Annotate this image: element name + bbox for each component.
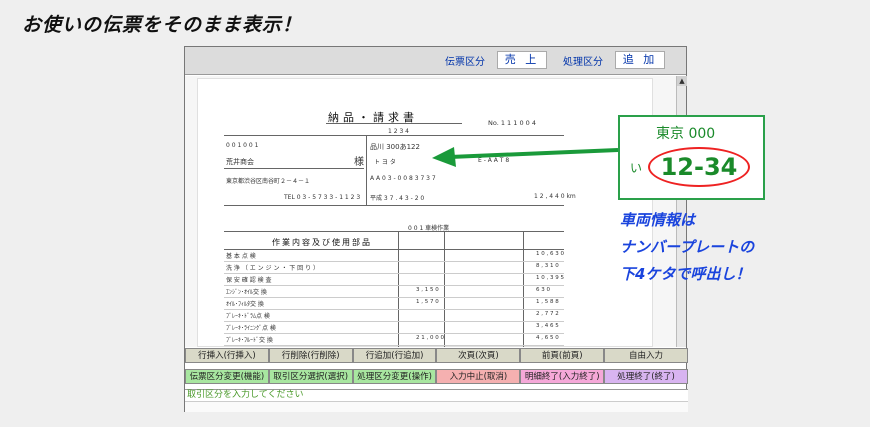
status-prompt: 取引区分を入力してください	[185, 389, 688, 401]
item-price: 2 1 , 0 0 0	[416, 335, 444, 341]
license-plate: 東京 000 い 12-34	[618, 115, 765, 200]
vehicle-plate-no: 品川 300あ122	[370, 143, 420, 151]
item-amount: 1 0 , 6 3 0	[536, 251, 564, 257]
document-preview: 納品・請求書 No. 1 1 1 0 0 4 1 2 3 4 0 0 1 0 0…	[185, 76, 677, 347]
note-line-3: 下4ケタで呼出し！	[620, 265, 751, 283]
change-slip-type-button[interactable]: 伝票区分変更(機能)	[185, 369, 269, 384]
customer-address: 東京都渋谷区南谷町２－４－１	[226, 178, 311, 185]
item-amount: 1 0 , 3 9 5	[536, 275, 564, 281]
item-name: ｴﾝｼﾞﾝ･ｵｲﾙ交 換	[226, 289, 267, 296]
arrow-icon	[432, 147, 619, 167]
end-process-button[interactable]: 処理終了(終了)	[604, 369, 688, 384]
doc-code: 1 2 3 4	[388, 128, 409, 135]
mileage: 1 2 , 4 4 0 km	[534, 193, 576, 200]
change-process-type-button[interactable]: 処理区分変更(操作)	[352, 369, 437, 384]
note-line-1: 車両情報は	[620, 211, 696, 229]
cancel-input-button[interactable]: 入力中止(取消)	[436, 369, 521, 384]
input-line[interactable]	[185, 401, 688, 412]
add-row-button[interactable]: 行追加(行追加)	[352, 348, 437, 363]
invoice-paper: 納品・請求書 No. 1 1 1 0 0 4 1 2 3 4 0 0 1 0 0…	[197, 78, 653, 347]
item-name: ﾌﾞﾚｰｷ･ﾗｲﾆﾝｸﾞ点 検	[226, 325, 276, 332]
next-page-button[interactable]: 次頁(次頁)	[436, 348, 521, 363]
item-amount: 4 , 6 5 0	[536, 335, 559, 341]
end-detail-button[interactable]: 明細終了(入力終了)	[520, 369, 605, 384]
topbar: 伝票区分 売 上 処理区分 追 加	[185, 47, 686, 75]
registration-date: 平成 3 7 . 4 3 - 2 0	[370, 195, 425, 202]
slip-type-label: 伝票区分	[445, 57, 485, 68]
table-header: 作業内容及び使用部品	[272, 238, 372, 247]
item-amount: 2 , 7 7 2	[536, 311, 559, 317]
item-name: ﾌﾞﾚｰｷ･ﾄﾞﾗﾑ点 検	[226, 313, 270, 320]
item-name: 洗 浄 （ エ ン ジ ン ・ 下 回 り ）	[226, 265, 319, 272]
process-type-field[interactable]: 追 加	[615, 51, 665, 69]
item-name: ｵｲﾙ･ﾌｨﾙﾀ交 換	[226, 301, 264, 308]
scroll-up-icon[interactable]: ▲	[677, 76, 687, 86]
note-line-2: ナンバープレートの	[620, 238, 755, 256]
vehicle-info-note: 車両情報は ナンバープレートの 下4ケタで呼出し！	[620, 207, 754, 288]
function-keys-row2: 伝票区分変更(機能) 取引区分選択(選択) 処理区分変更(操作) 入力中止(取消…	[185, 369, 688, 384]
doc-number: No. 1 1 1 0 0 4	[488, 119, 537, 127]
vehicle-name: ト ヨ タ	[374, 159, 396, 166]
prev-page-button[interactable]: 前頁(前頁)	[520, 348, 605, 363]
select-trade-type-button[interactable]: 取引区分選択(選択)	[268, 369, 353, 384]
customer-name: 荒井商会	[226, 158, 254, 166]
vehicle-chassis: A A 0 3 - 0 0 8 3 7 3 7	[370, 175, 436, 182]
item-name: ﾌﾞﾚｰｷ･ﾌﾙｰﾄﾞ交 換	[226, 337, 273, 344]
plate-number: 12-34	[648, 147, 750, 187]
item-amount: 6 3 0	[536, 287, 550, 293]
process-type-label: 処理区分	[563, 57, 603, 68]
delete-row-button[interactable]: 行削除(行削除)	[268, 348, 353, 363]
item-name: 基 本 点 検	[226, 253, 256, 260]
plate-region: 東京 000	[656, 126, 716, 142]
item-name: 保 安 確 認 検 査	[226, 277, 272, 284]
item-price: 1 , 5 7 0	[416, 299, 439, 305]
insert-row-button[interactable]: 行挿入(行挿入)	[185, 348, 269, 363]
plate-kana: い	[630, 161, 643, 175]
function-keys-row1: 行挿入(行挿入) 行削除(行削除) 行追加(行追加) 次頁(次頁) 前頁(前頁)…	[185, 348, 688, 363]
customer-tel: TEL 0 3 - 5 7 3 3 - 1 1 2 3	[284, 194, 361, 201]
slip-type-field[interactable]: 売 上	[497, 51, 547, 69]
free-input-button[interactable]: 自由入力	[604, 348, 688, 363]
item-amount: 8 , 3 1 0	[536, 263, 559, 269]
customer-code: 0 0 1 0 0 1	[226, 142, 259, 149]
slip-window: 伝票区分 売 上 処理区分 追 加 納品・請求書 No. 1 1 1 0 0 4…	[184, 46, 688, 412]
headline: お使いの伝票をそのまま表示！	[22, 14, 303, 36]
item-price: 3 , 1 5 0	[416, 287, 439, 293]
item-amount: 1 , 5 8 8	[536, 299, 559, 305]
item-amount: 3 , 4 6 5	[536, 323, 559, 329]
honorific: 様	[354, 157, 364, 168]
